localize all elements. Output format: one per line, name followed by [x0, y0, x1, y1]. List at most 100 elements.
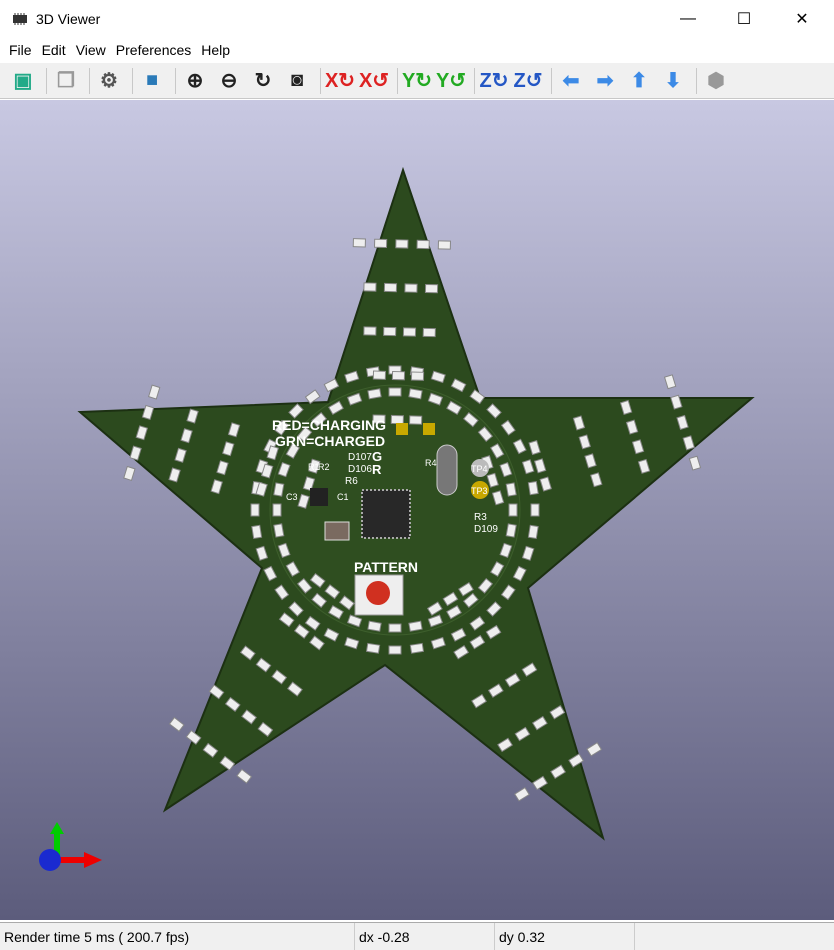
redraw-button[interactable]: ↻ [248, 66, 278, 96]
led [250, 503, 260, 517]
silk-c3: C3 [286, 492, 298, 502]
rotate-y-cw-button[interactable]: Y↻ [402, 66, 432, 96]
toolbar-separator [474, 67, 475, 94]
menu-file[interactable]: File [4, 42, 37, 58]
title-bar: 3D Viewer — ☐ ✕ [0, 0, 834, 38]
toolbar-separator [551, 67, 552, 94]
orthographic-toggle-button[interactable]: ⬢ [701, 66, 731, 96]
led [363, 282, 377, 292]
led [586, 742, 603, 757]
status-empty [635, 923, 834, 950]
window-title: 3D Viewer [36, 11, 101, 27]
reload-board-button[interactable]: ▣ [8, 66, 38, 96]
pan-right-icon: ➡ [596, 70, 614, 92]
silk-r3: R3 [474, 512, 487, 523]
led [148, 384, 161, 400]
zoom-out-icon: ⊖ [220, 70, 238, 92]
led [273, 482, 285, 497]
menu-help[interactable]: Help [196, 42, 235, 58]
led [527, 480, 539, 496]
led [251, 524, 263, 540]
zoom-in-button[interactable]: ⊕ [180, 66, 210, 96]
rotate-z-ccw-button[interactable]: Z↺ [513, 66, 543, 96]
led [383, 326, 397, 337]
led [402, 327, 417, 337]
led [437, 240, 451, 250]
led [236, 768, 253, 784]
led [514, 787, 530, 802]
silk-r: R [372, 462, 382, 477]
led [416, 239, 430, 250]
capacitor [324, 521, 350, 541]
pan-up-button[interactable]: ⬆ [624, 66, 654, 96]
copy-image-button[interactable]: ❐ [51, 66, 81, 96]
led [409, 642, 425, 654]
close-button[interactable]: ✕ [774, 0, 830, 38]
status-bar: Render time 5 ms ( 200.7 fps) dx -0.28 d… [0, 922, 834, 950]
3d-viewport[interactable]: RED=CHARGING GRN=CHARGED PATTERN D107 G … [0, 100, 834, 920]
silk-d107: D107 [348, 452, 372, 463]
led [273, 523, 285, 538]
toolbar: ▣ ❐ ⚙ ■ ⊕ ⊖ ↻ ◙ X↻ X↺ Y↻ Y↺ Z↻ Z↺ ⬅ ➡ ⬆ ⬇ ⬢ [0, 63, 834, 99]
silk-c1: C1 [337, 492, 349, 502]
led [410, 371, 425, 381]
redraw-icon: ↻ [254, 70, 272, 92]
led [505, 482, 517, 497]
silk-r4: R4 [425, 458, 437, 468]
menu-preferences[interactable]: Preferences [111, 42, 196, 58]
led [168, 716, 185, 732]
settings-icon: ⚙ [100, 70, 118, 92]
led [391, 371, 406, 381]
led [272, 503, 282, 517]
pan-right-button[interactable]: ➡ [590, 66, 620, 96]
crystal [436, 444, 458, 496]
zoom-fit-icon: ◙ [290, 69, 304, 91]
rotate-z-cw-button[interactable]: Z↻ [479, 66, 509, 96]
zoom-out-button[interactable]: ⊖ [214, 66, 244, 96]
orthographic-toggle-icon: ⬢ [707, 70, 725, 92]
silk-red-charging: RED=CHARGING [272, 417, 386, 433]
copy-image-icon: ❐ [57, 70, 75, 92]
settings-button[interactable]: ⚙ [94, 66, 124, 96]
led [408, 388, 423, 400]
led [388, 623, 402, 633]
pattern-button-cap[interactable] [366, 581, 390, 605]
led [373, 238, 388, 249]
pan-left-button[interactable]: ⬅ [556, 66, 586, 96]
pad-2 [423, 423, 435, 435]
led [123, 465, 136, 481]
toolbar-separator [175, 67, 176, 94]
led [388, 645, 402, 655]
silk-tp3: TP3 [471, 486, 488, 496]
rotate-x-cw-button[interactable]: X↻ [325, 66, 355, 96]
led [530, 503, 540, 517]
led [367, 388, 382, 400]
led [505, 523, 517, 538]
pan-down-button[interactable]: ⬇ [658, 66, 688, 96]
microcontroller-chip [361, 489, 411, 539]
toolbar-separator [89, 67, 90, 94]
raytracing-button[interactable]: ■ [137, 66, 167, 96]
menu-view[interactable]: View [71, 42, 111, 58]
silk-r2: R2 [318, 462, 330, 472]
menu-edit[interactable]: Edit [37, 42, 71, 58]
pan-up-icon: ⬆ [630, 70, 648, 92]
rotate-y-cw-icon: Y↻ [401, 70, 433, 92]
led [367, 620, 382, 632]
rotate-x-cw-icon: X↻ [324, 70, 356, 92]
zoom-fit-button[interactable]: ◙ [282, 66, 312, 96]
silk-tp4: TP4 [471, 464, 488, 474]
render-time: Render time 5 ms ( 200.7 fps) [0, 923, 355, 950]
maximize-button[interactable]: ☐ [716, 0, 772, 38]
zoom-in-icon: ⊕ [186, 70, 204, 92]
minimize-button[interactable]: — [660, 0, 716, 38]
raytracing-icon: ■ [145, 69, 159, 91]
pan-down-icon: ⬇ [664, 70, 682, 92]
led [383, 282, 398, 293]
rotate-y-ccw-icon: Y↺ [435, 70, 467, 92]
toolbar-separator [132, 67, 133, 94]
led [395, 239, 409, 249]
rotate-y-ccw-button[interactable]: Y↺ [436, 66, 466, 96]
dx-readout: dx -0.28 [355, 923, 495, 950]
rotate-x-ccw-button[interactable]: X↺ [359, 66, 389, 96]
